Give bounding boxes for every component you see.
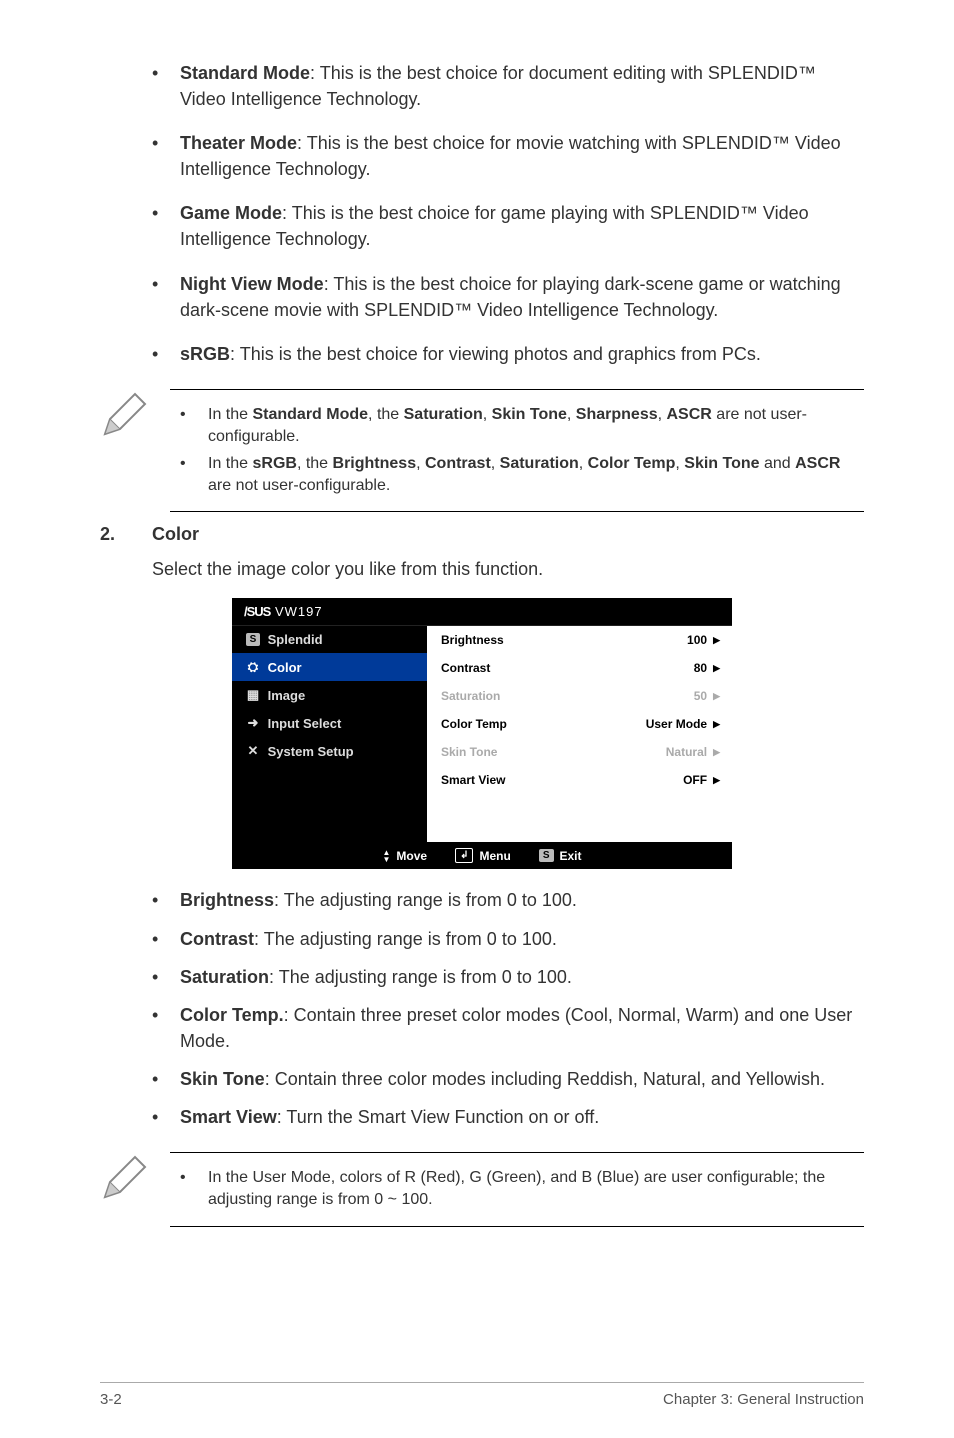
mode-srgb: • sRGB: This is the best choice for view… <box>152 341 864 367</box>
note-srgb: • In the sRGB, the Brightness, Contrast,… <box>170 453 864 498</box>
updown-icon: ▲▼ <box>382 849 390 863</box>
bullet-icon: • <box>152 200 180 252</box>
osd-screenshot: /SUS VW197 S Splendid ⛭ Color ▦ Image ➜ … <box>232 598 732 869</box>
arrow-right-icon: ▶ <box>713 775 720 786</box>
osd-hint-exit: SExit <box>539 849 582 863</box>
page-number: 3-2 <box>100 1391 122 1408</box>
opt-contrast: •Contrast: The adjusting range is from 0… <box>152 926 864 952</box>
mode-list: • Standard Mode : This is the best choice… <box>152 60 864 367</box>
s-key-icon: S <box>539 849 554 862</box>
section-color-head: 2. Color <box>100 524 864 545</box>
enter-icon: ↲ <box>455 848 473 863</box>
page-footer: 3-2 Chapter 3: General Instruction <box>100 1382 864 1408</box>
osd-row-contrast[interactable]: Contrast80▶ <box>427 654 732 682</box>
opt-colortemp: •Color Temp.: Contain three preset color… <box>152 1002 864 1054</box>
pencil-icon <box>100 389 160 513</box>
osd-item-splendid[interactable]: S Splendid <box>232 626 427 653</box>
osd-item-input[interactable]: ➜ Input Select <box>232 709 427 737</box>
opt-skintone: •Skin Tone: Contain three color modes in… <box>152 1066 864 1092</box>
osd-item-color[interactable]: ⛭ Color <box>232 653 427 681</box>
osd-menu-left: S Splendid ⛭ Color ▦ Image ➜ Input Selec… <box>232 626 427 842</box>
arrow-right-icon: ▶ <box>713 719 720 730</box>
mode-title: Standard Mode <box>180 63 310 83</box>
pencil-icon <box>100 1152 160 1227</box>
osd-settings-right: Brightness100▶ Contrast80▶ Saturation50▶… <box>427 626 732 842</box>
section-intro: Select the image color you like from thi… <box>152 559 864 580</box>
opt-brightness: •Brightness: The adjusting range is from… <box>152 887 864 913</box>
bullet-icon: • <box>152 341 180 367</box>
tools-icon: ✕ <box>242 743 264 759</box>
note-block-1: • In the Standard Mode, the Saturation, … <box>100 389 864 513</box>
mode-night: • Night View Mode: This is the best choi… <box>152 271 864 323</box>
mode-title: Theater Mode <box>180 133 297 153</box>
mode-title: sRGB <box>180 344 230 364</box>
osd-item-image[interactable]: ▦ Image <box>232 681 427 709</box>
opt-smartview: •Smart View: Turn the Smart View Functio… <box>152 1104 864 1130</box>
section-title: Color <box>152 524 199 545</box>
mode-title: Night View Mode <box>180 274 324 294</box>
note-standard: • In the Standard Mode, the Saturation, … <box>170 404 864 449</box>
arrow-right-icon: ▶ <box>713 691 720 702</box>
note-usermode: • In the User Mode, colors of R (Red), G… <box>170 1167 864 1212</box>
input-icon: ➜ <box>242 715 264 731</box>
mode-title: Game Mode <box>180 203 282 223</box>
note-block-2: • In the User Mode, colors of R (Red), G… <box>100 1152 864 1227</box>
bullet-icon: • <box>152 130 180 182</box>
chapter-label: Chapter 3: General Instruction <box>663 1391 864 1408</box>
image-icon: ▦ <box>242 687 264 703</box>
osd-title-bar: /SUS VW197 <box>232 598 732 626</box>
osd-row-colortemp[interactable]: Color TempUser Mode▶ <box>427 710 732 738</box>
osd-footer: ▲▼Move ↲Menu SExit <box>232 842 732 869</box>
mode-standard: • Standard Mode: This is the best choice… <box>152 60 864 112</box>
gear-icon: ⛭ <box>242 659 264 675</box>
osd-row-smartview[interactable]: Smart ViewOFF▶ <box>427 766 732 794</box>
bullet-icon: • <box>152 60 180 112</box>
opt-saturation: •Saturation: The adjusting range is from… <box>152 964 864 990</box>
osd-hint-move: ▲▼Move <box>382 849 427 863</box>
mode-theater: • Theater Mode: This is the best choice … <box>152 130 864 182</box>
osd-row-brightness[interactable]: Brightness100▶ <box>427 626 732 654</box>
mode-desc: : This is the best choice for viewing ph… <box>230 344 761 364</box>
section-number: 2. <box>100 524 152 545</box>
mode-game: • Game Mode: This is the best choice for… <box>152 200 864 252</box>
arrow-right-icon: ▶ <box>713 747 720 758</box>
arrow-right-icon: ▶ <box>713 663 720 674</box>
osd-hint-menu: ↲Menu <box>455 848 511 863</box>
osd-row-skintone: Skin ToneNatural▶ <box>427 738 732 766</box>
osd-row-saturation: Saturation50▶ <box>427 682 732 710</box>
color-options-list: •Brightness: The adjusting range is from… <box>152 887 864 1130</box>
osd-item-system[interactable]: ✕ System Setup <box>232 737 427 765</box>
bullet-icon: • <box>152 271 180 323</box>
osd-model: VW197 <box>275 604 323 619</box>
arrow-right-icon: ▶ <box>713 635 720 646</box>
